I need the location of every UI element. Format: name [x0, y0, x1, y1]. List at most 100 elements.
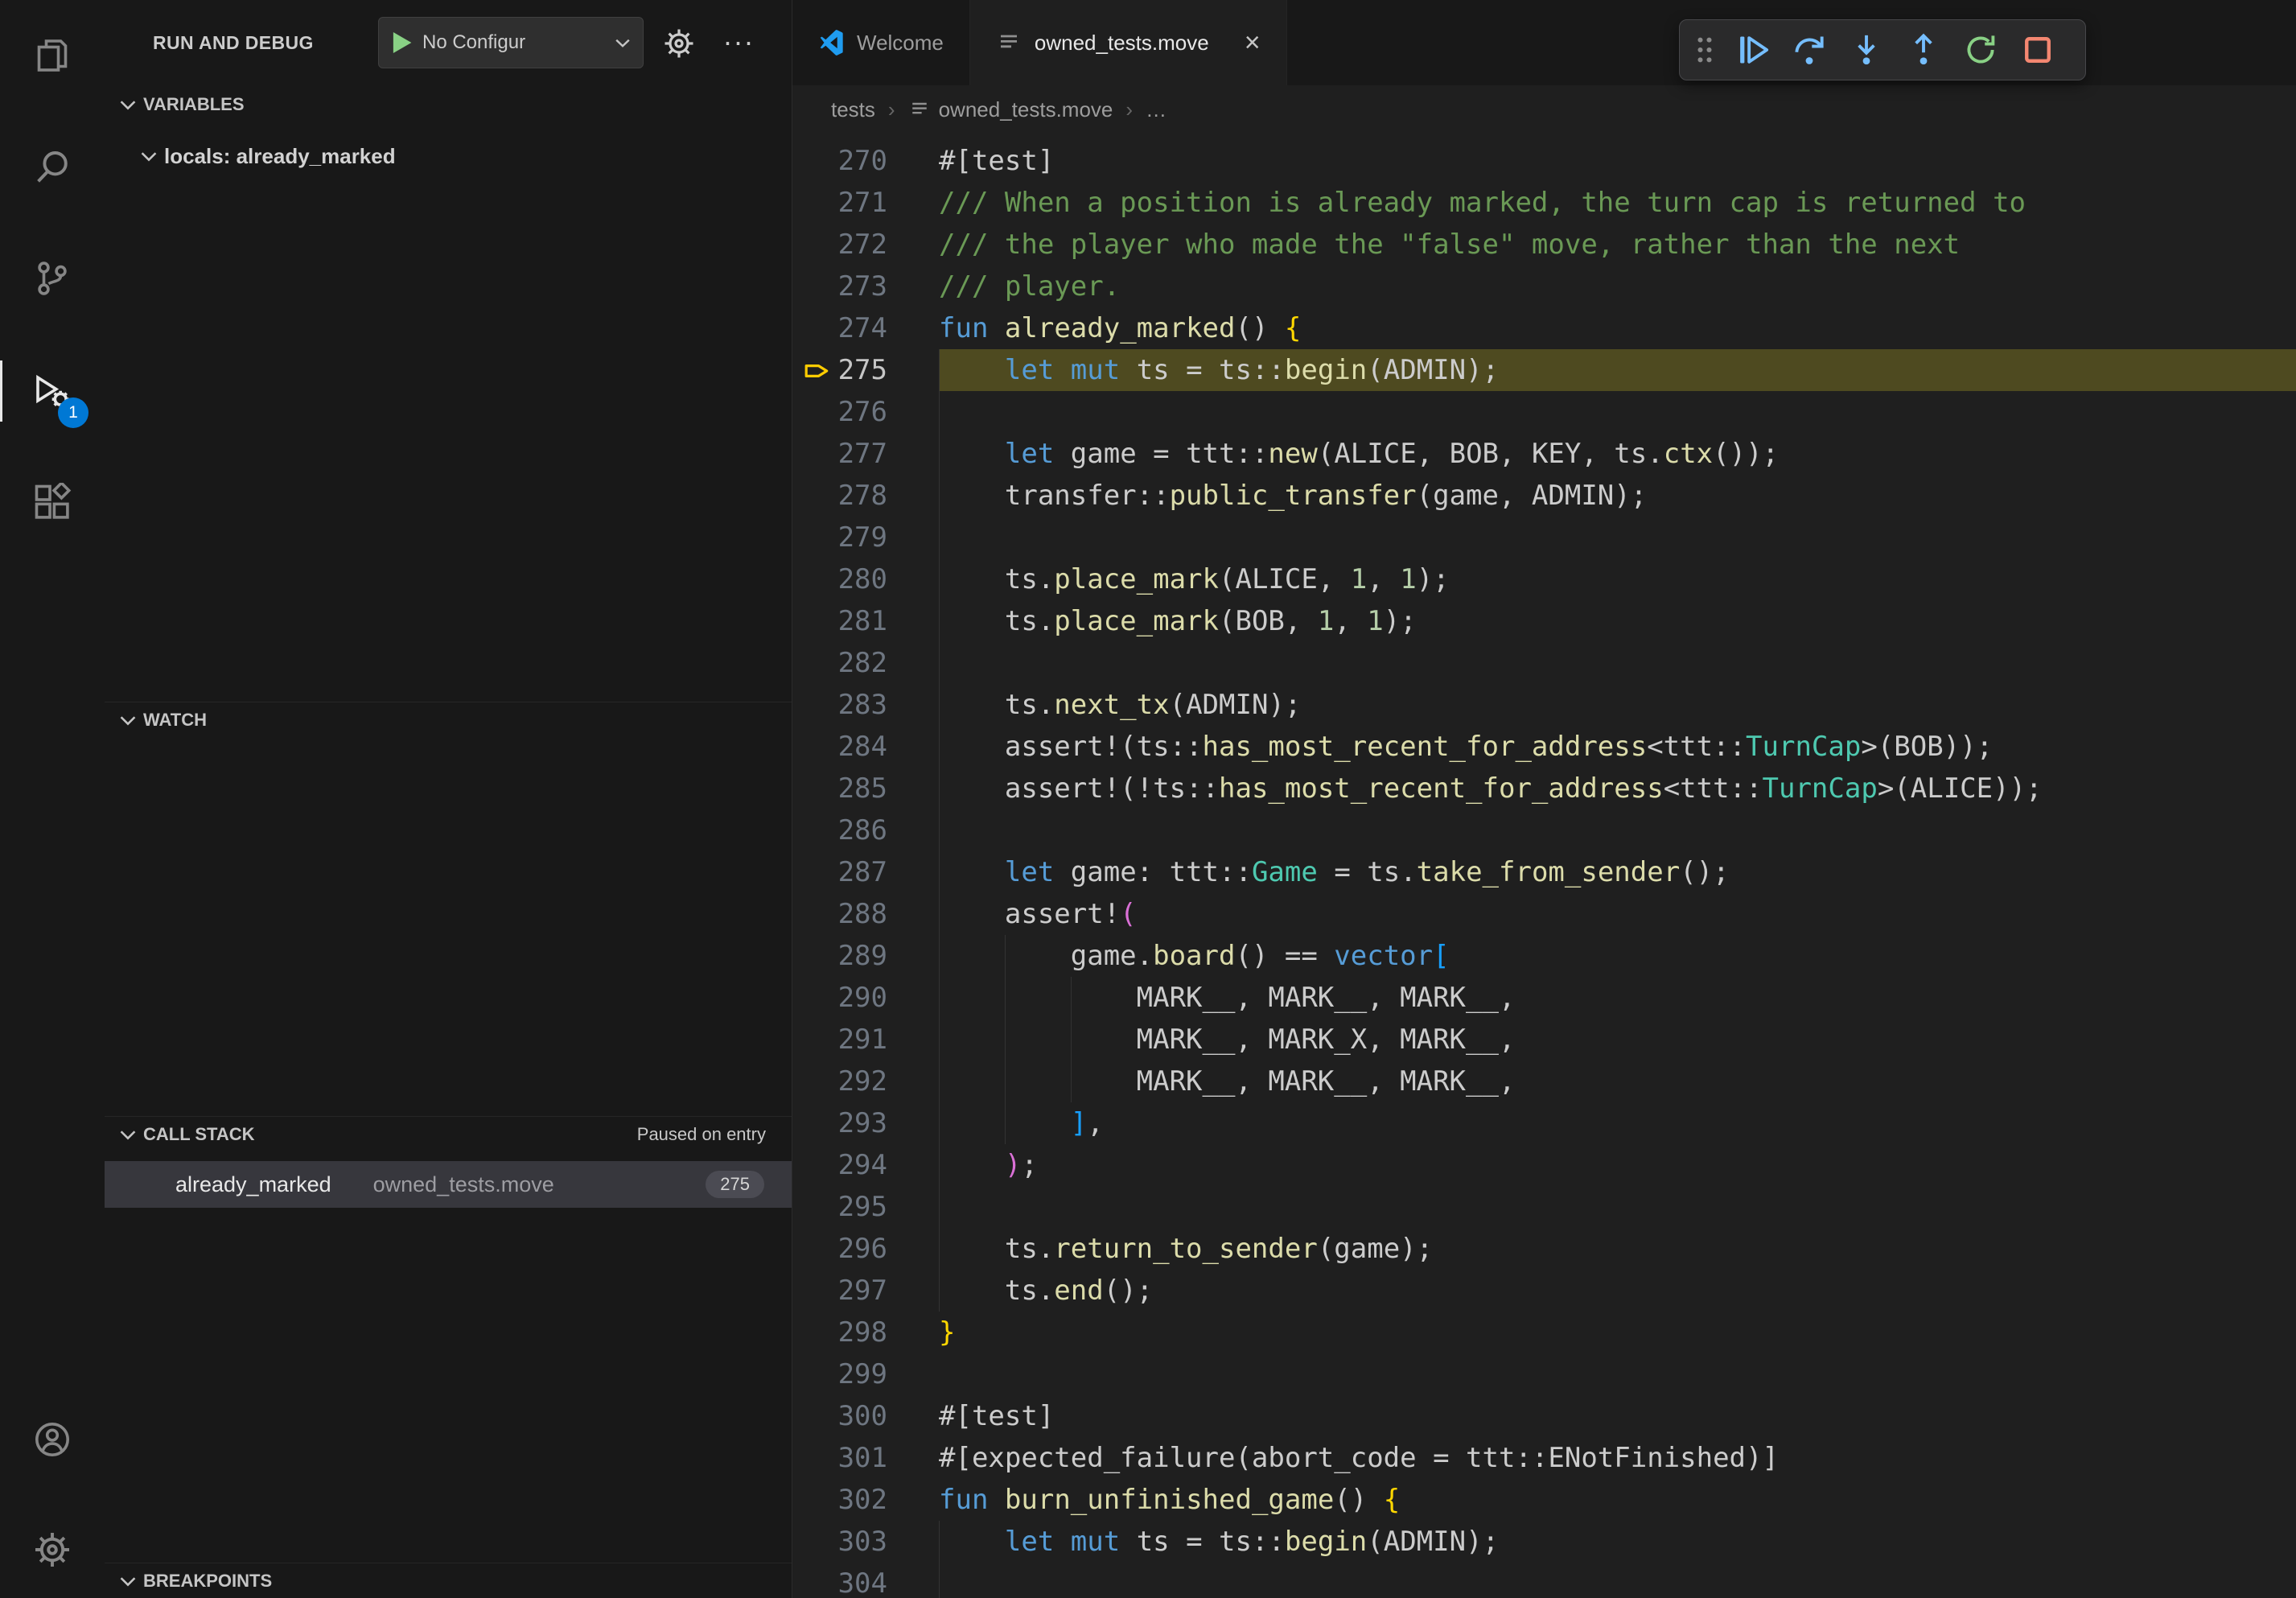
code-text[interactable]: [939, 1353, 2296, 1395]
line-number-gutter[interactable]: 283: [792, 684, 939, 726]
code-line[interactable]: 303 let mut ts = ts::begin(ADMIN);: [792, 1521, 2296, 1563]
line-number-gutter[interactable]: 274: [792, 307, 939, 349]
line-number-gutter[interactable]: 291: [792, 1019, 939, 1061]
line-number-gutter[interactable]: 276: [792, 391, 939, 433]
code-text[interactable]: let mut ts = ts::begin(ADMIN);: [939, 349, 2296, 391]
code-text[interactable]: [939, 809, 2296, 851]
code-line[interactable]: 298}: [792, 1312, 2296, 1353]
line-number-gutter[interactable]: 297: [792, 1270, 939, 1312]
line-number-gutter[interactable]: 290: [792, 977, 939, 1019]
code-line[interactable]: 280 ts.place_mark(ALICE, 1, 1);: [792, 558, 2296, 600]
section-watch[interactable]: WATCH: [105, 702, 792, 737]
debug-config-dropdown[interactable]: No Configur: [378, 17, 644, 68]
line-number-gutter[interactable]: 295: [792, 1186, 939, 1228]
code-text[interactable]: [939, 391, 2296, 433]
section-breakpoints[interactable]: BREAKPOINTS: [105, 1563, 792, 1598]
code-text[interactable]: fun already_marked() {: [939, 307, 2296, 349]
line-number-gutter[interactable]: 281: [792, 600, 939, 642]
section-variables[interactable]: VARIABLES: [105, 87, 792, 122]
line-number-gutter[interactable]: 272: [792, 224, 939, 266]
line-number-gutter[interactable]: 292: [792, 1061, 939, 1102]
line-number-gutter[interactable]: 271: [792, 182, 939, 224]
code-text[interactable]: [939, 1186, 2296, 1228]
activity-search[interactable]: [0, 129, 105, 206]
line-number-gutter[interactable]: 298: [792, 1312, 939, 1353]
code-line[interactable]: 281 ts.place_mark(BOB, 1, 1);: [792, 600, 2296, 642]
step-into-button[interactable]: [1837, 24, 1895, 76]
code-line[interactable]: 275 let mut ts = ts::begin(ADMIN);: [792, 349, 2296, 391]
code-text[interactable]: fun burn_unfinished_game() {: [939, 1479, 2296, 1521]
code-line[interactable]: 288 assert!(: [792, 893, 2296, 935]
activity-source-control[interactable]: [0, 240, 105, 317]
code-line[interactable]: 284 assert!(ts::has_most_recent_for_addr…: [792, 726, 2296, 768]
code-line[interactable]: 271/// When a position is already marked…: [792, 182, 2296, 224]
debug-settings-button[interactable]: [658, 23, 700, 64]
code-line[interactable]: 273/// player.: [792, 266, 2296, 307]
more-actions-button[interactable]: ···: [716, 19, 761, 64]
code-line[interactable]: 285 assert!(!ts::has_most_recent_for_add…: [792, 768, 2296, 809]
line-number-gutter[interactable]: 273: [792, 266, 939, 307]
code-text[interactable]: }: [939, 1312, 2296, 1353]
code-text[interactable]: [939, 642, 2296, 684]
line-number-gutter[interactable]: 285: [792, 768, 939, 809]
line-number-gutter[interactable]: 270: [792, 140, 939, 182]
variables-scope-locals[interactable]: locals: already_marked: [105, 137, 792, 175]
code-line[interactable]: 287 let game: ttt::Game = ts.take_from_s…: [792, 851, 2296, 893]
code-line[interactable]: 300#[test]: [792, 1395, 2296, 1437]
line-number-gutter[interactable]: 278: [792, 475, 939, 517]
code-line[interactable]: 274fun already_marked() {: [792, 307, 2296, 349]
code-text[interactable]: MARK__, MARK_X, MARK__,: [939, 1019, 2296, 1061]
line-number-gutter[interactable]: 282: [792, 642, 939, 684]
code-text[interactable]: let game: ttt::Game = ts.take_from_sende…: [939, 851, 2296, 893]
start-debug-icon[interactable]: [387, 28, 416, 57]
line-number-gutter[interactable]: 296: [792, 1228, 939, 1270]
code-text[interactable]: );: [939, 1144, 2296, 1186]
code-text[interactable]: MARK__, MARK__, MARK__,: [939, 977, 2296, 1019]
line-number-gutter[interactable]: 287: [792, 851, 939, 893]
code-text[interactable]: ts.next_tx(ADMIN);: [939, 684, 2296, 726]
line-number-gutter[interactable]: 280: [792, 558, 939, 600]
code-line[interactable]: 277 let game = ttt::new(ALICE, BOB, KEY,…: [792, 433, 2296, 475]
code-area[interactable]: 270#[test]271/// When a position is alre…: [792, 134, 2296, 1598]
close-tab-icon[interactable]: ×: [1245, 29, 1261, 56]
tab-owned-tests[interactable]: owned_tests.move ×: [970, 0, 1287, 85]
continue-button[interactable]: [1723, 24, 1780, 76]
code-text[interactable]: /// the player who made the "false" move…: [939, 224, 2296, 266]
breadcrumb-folder[interactable]: tests: [831, 97, 875, 122]
code-line[interactable]: 293 ],: [792, 1102, 2296, 1144]
line-number-gutter[interactable]: 284: [792, 726, 939, 768]
code-text[interactable]: /// player.: [939, 266, 2296, 307]
code-text[interactable]: assert!(: [939, 893, 2296, 935]
call-stack-frame[interactable]: already_marked owned_tests.move 275: [105, 1161, 792, 1208]
code-line[interactable]: 289 game.board() == vector[: [792, 935, 2296, 977]
line-number-gutter[interactable]: 294: [792, 1144, 939, 1186]
stop-button[interactable]: [2009, 24, 2066, 76]
code-line[interactable]: 304: [792, 1563, 2296, 1598]
activity-explorer[interactable]: [0, 17, 105, 94]
code-text[interactable]: ts.return_to_sender(game);: [939, 1228, 2296, 1270]
code-text[interactable]: #[expected_failure(abort_code = ttt::ENo…: [939, 1437, 2296, 1479]
code-text[interactable]: transfer::public_transfer(game, ADMIN);: [939, 475, 2296, 517]
line-number-gutter[interactable]: 289: [792, 935, 939, 977]
line-number-gutter[interactable]: 301: [792, 1437, 939, 1479]
section-call-stack[interactable]: CALL STACK Paused on entry: [105, 1116, 792, 1151]
code-line[interactable]: 297 ts.end();: [792, 1270, 2296, 1312]
restart-button[interactable]: [1952, 24, 2009, 76]
code-line[interactable]: 294 );: [792, 1144, 2296, 1186]
code-text[interactable]: ts.end();: [939, 1270, 2296, 1312]
code-text[interactable]: ],: [939, 1102, 2296, 1144]
code-line[interactable]: 290 MARK__, MARK__, MARK__,: [792, 977, 2296, 1019]
line-number-gutter[interactable]: 288: [792, 893, 939, 935]
line-number-gutter[interactable]: 299: [792, 1353, 939, 1395]
line-number-gutter[interactable]: 304: [792, 1563, 939, 1598]
code-line[interactable]: 270#[test]: [792, 140, 2296, 182]
code-text[interactable]: game.board() == vector[: [939, 935, 2296, 977]
activity-run-and-debug[interactable]: 1: [0, 352, 105, 430]
code-line[interactable]: 279: [792, 517, 2296, 558]
toolbar-drag-handle[interactable]: [1686, 24, 1723, 76]
code-line[interactable]: 276: [792, 391, 2296, 433]
line-number-gutter[interactable]: 275: [792, 349, 939, 391]
line-number-gutter[interactable]: 279: [792, 517, 939, 558]
code-text[interactable]: let game = ttt::new(ALICE, BOB, KEY, ts.…: [939, 433, 2296, 475]
code-line[interactable]: 295: [792, 1186, 2296, 1228]
